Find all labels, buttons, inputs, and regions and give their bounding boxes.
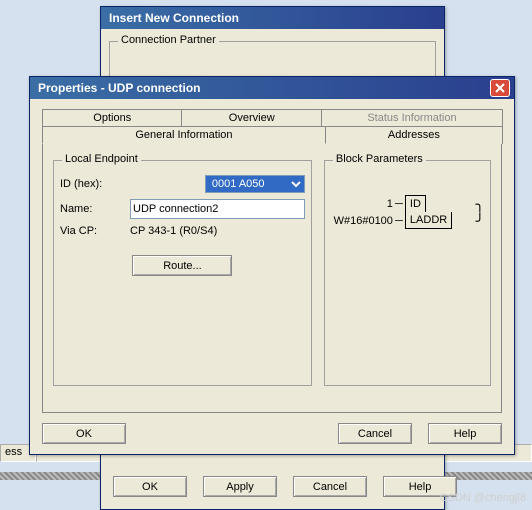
- tab-overview[interactable]: Overview: [181, 109, 321, 126]
- group-local-endpoint: Local Endpoint: [62, 153, 141, 165]
- ok-button[interactable]: OK: [42, 423, 126, 444]
- tab-general-info[interactable]: General Information: [42, 126, 326, 144]
- cancel-button[interactable]: Cancel: [338, 423, 412, 444]
- back-cancel-button[interactable]: Cancel: [293, 476, 367, 497]
- tab-status-info: Status Information: [321, 109, 503, 126]
- viacp-value: CP 343-1 (R0/S4): [130, 225, 217, 237]
- back-ok-button[interactable]: OK: [113, 476, 187, 497]
- block-diagram: 1 ─ ID ╮ W#16#0100 ─ LADDR ╯: [331, 195, 484, 229]
- close-icon[interactable]: [490, 79, 510, 97]
- tabpanel-general: Local Endpoint ID (hex): 0001 A050 Name:: [42, 143, 502, 413]
- label-viacp: Via CP:: [60, 225, 130, 237]
- title-front: Properties - UDP connection: [38, 81, 200, 95]
- window-properties-udp: Properties - UDP connection Options Over…: [29, 76, 515, 455]
- titlebar-back: Insert New Connection: [101, 7, 444, 29]
- title-back: Insert New Connection: [109, 11, 239, 25]
- label-id: ID (hex):: [60, 178, 130, 190]
- blk-id-val: 1: [331, 196, 393, 212]
- tab-options[interactable]: Options: [42, 109, 182, 126]
- tab-addresses[interactable]: Addresses: [325, 126, 503, 144]
- titlebar-front: Properties - UDP connection: [30, 77, 514, 99]
- blk-id-lbl: ID: [405, 195, 426, 212]
- blk-laddr-lbl: LADDR: [405, 212, 452, 229]
- help-button[interactable]: Help: [428, 423, 502, 444]
- name-input[interactable]: [130, 199, 305, 219]
- route-button[interactable]: Route...: [132, 255, 232, 276]
- group-block-params: Block Parameters: [333, 153, 426, 165]
- group-conn-partner: Connection Partner: [118, 34, 219, 46]
- blk-laddr-val: W#16#0100: [331, 213, 393, 229]
- watermark: CSDN @chengjl8: [440, 492, 526, 504]
- label-name: Name:: [60, 203, 130, 215]
- id-select[interactable]: 0001 A050: [205, 175, 305, 193]
- back-apply-button[interactable]: Apply: [203, 476, 277, 497]
